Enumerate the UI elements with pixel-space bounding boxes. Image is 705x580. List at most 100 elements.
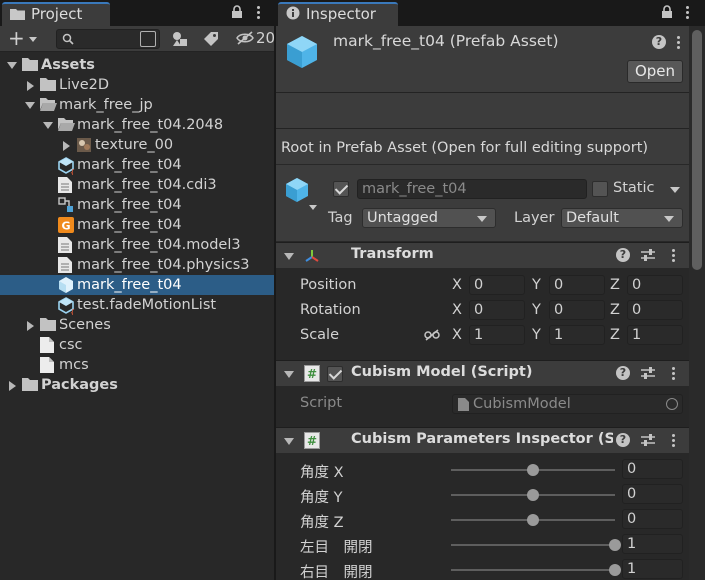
folder-icon bbox=[10, 5, 25, 25]
search-by-type-icon[interactable] bbox=[140, 31, 156, 47]
filter-by-type-icon[interactable] bbox=[172, 31, 188, 51]
tab-project[interactable]: Project bbox=[2, 2, 110, 26]
transform-position-z-field[interactable]: 0 bbox=[627, 275, 683, 295]
help-icon[interactable]: ? bbox=[652, 35, 666, 49]
kebab-menu-icon[interactable] bbox=[670, 365, 676, 381]
kebab-menu-icon[interactable] bbox=[670, 432, 676, 448]
foldout-arrow-icon[interactable] bbox=[284, 253, 294, 260]
parameter-value-field[interactable]: 0 bbox=[622, 484, 683, 504]
kebab-menu-icon[interactable] bbox=[670, 247, 676, 263]
search-icon bbox=[62, 33, 74, 49]
foldout-open-icon[interactable] bbox=[7, 62, 17, 69]
tree-item[interactable]: Live2D bbox=[0, 75, 274, 95]
foldout-closed-icon[interactable] bbox=[27, 81, 34, 91]
label-tag-icon[interactable] bbox=[203, 31, 219, 51]
transform-position-x-field[interactable]: 0 bbox=[469, 275, 525, 295]
transform-rotation-z-field[interactable]: 0 bbox=[627, 300, 683, 320]
help-icon[interactable]: ? bbox=[616, 248, 630, 262]
tree-item[interactable]: Gmark_free_t04 bbox=[0, 215, 274, 235]
static-checkbox[interactable] bbox=[592, 181, 608, 197]
tree-item[interactable]: mark_free_t04.cdi3 bbox=[0, 175, 274, 195]
gameobject-cube-icon[interactable] bbox=[284, 177, 310, 207]
transform-scale-y-field[interactable]: 1 bbox=[549, 325, 605, 345]
tree-item-label: mark_free_t04 bbox=[77, 217, 182, 233]
tag-dropdown[interactable]: Untagged bbox=[362, 208, 496, 228]
tree-item[interactable]: mcs bbox=[0, 355, 274, 375]
tree-item[interactable]: mark_free_t04 bbox=[0, 275, 274, 295]
foldout-open-icon[interactable] bbox=[43, 122, 53, 129]
add-button[interactable]: + bbox=[8, 26, 25, 50]
transform-position-y-field[interactable]: 0 bbox=[549, 275, 605, 295]
transform-rotation-y-field[interactable]: 0 bbox=[549, 300, 605, 320]
transform-scale-z-field[interactable]: 1 bbox=[627, 325, 683, 345]
transform-scale-label: Scale bbox=[300, 327, 340, 343]
tree-item-label: mark_free_t04 bbox=[77, 277, 182, 293]
script-field[interactable]: CubismModel bbox=[452, 394, 683, 414]
chevron-down-icon bbox=[664, 216, 674, 222]
active-checkbox[interactable] bbox=[333, 181, 349, 197]
transform-rotation-x-field[interactable]: 0 bbox=[469, 300, 525, 320]
tab-inspector[interactable]: Inspector bbox=[278, 2, 398, 26]
foldout-closed-icon[interactable] bbox=[63, 141, 70, 151]
cubism-model-enabled-checkbox[interactable] bbox=[327, 366, 343, 382]
tree-item[interactable]: Packages bbox=[0, 375, 274, 395]
preset-sliders-icon[interactable] bbox=[641, 433, 655, 451]
parameter-slider-thumb[interactable] bbox=[527, 464, 539, 476]
help-icon[interactable]: ? bbox=[616, 366, 630, 380]
foldout-arrow-icon[interactable] bbox=[284, 438, 294, 445]
kebab-menu-icon[interactable] bbox=[255, 4, 261, 20]
scrollbar-thumb[interactable] bbox=[692, 30, 702, 270]
tree-item[interactable]: csc bbox=[0, 335, 274, 355]
unlink-scale-icon[interactable] bbox=[424, 329, 440, 345]
foldout-closed-icon[interactable] bbox=[27, 321, 34, 331]
lock-icon[interactable] bbox=[230, 5, 244, 19]
lock-icon[interactable] bbox=[660, 5, 674, 19]
kebab-menu-icon[interactable] bbox=[675, 34, 681, 50]
parameter-slider-thumb[interactable] bbox=[609, 539, 621, 551]
cubism-parameters-header[interactable]: # Cubism Parameters Inspector (Scr ? bbox=[276, 427, 689, 453]
parameter-slider-thumb[interactable] bbox=[527, 489, 539, 501]
transform-body: Position X 0 Y 0 Z 0 Rotation X 0 Y 0 Z 0 Scale X 1 Y 1 Z 1 bbox=[276, 268, 689, 360]
parameter-slider-thumb[interactable] bbox=[609, 564, 621, 576]
tree-item[interactable]: mark_free_jp bbox=[0, 95, 274, 115]
parameter-value-field[interactable]: 0 bbox=[622, 509, 683, 529]
foldout-closed-icon[interactable] bbox=[9, 381, 16, 391]
tree-item[interactable]: mark_free_t04.physics3 bbox=[0, 255, 274, 275]
foldout-arrow-icon[interactable] bbox=[284, 371, 294, 378]
tree-item[interactable]: Assets bbox=[0, 55, 274, 75]
foldout-open-icon[interactable] bbox=[25, 102, 35, 109]
help-icon[interactable]: ? bbox=[616, 433, 630, 447]
blank-file-icon bbox=[40, 357, 56, 373]
tree-item[interactable]: {}test.fadeMotionList bbox=[0, 295, 274, 317]
static-dropdown-icon[interactable] bbox=[670, 187, 680, 193]
axis-z-label: Z bbox=[610, 302, 620, 318]
open-prefab-button[interactable]: Open bbox=[627, 60, 683, 83]
preset-sliders-icon[interactable] bbox=[641, 248, 655, 266]
tree-item[interactable]: mark_free_t04.2048 bbox=[0, 115, 274, 135]
tree-item[interactable]: mark_free_t04 bbox=[0, 195, 274, 215]
parameter-slider-track[interactable] bbox=[451, 544, 615, 546]
parameter-slider-track[interactable] bbox=[451, 569, 615, 571]
parameter-value-field[interactable]: 1 bbox=[622, 534, 683, 554]
transform-scale-x-field[interactable]: 1 bbox=[469, 325, 525, 345]
object-name-field[interactable]: mark_free_t04 bbox=[357, 179, 587, 199]
tree-item[interactable]: mark_free_t04.model3 bbox=[0, 235, 274, 255]
inspector-scrollbar[interactable] bbox=[689, 26, 705, 580]
preset-sliders-icon[interactable] bbox=[641, 366, 655, 384]
chevron-down-icon[interactable] bbox=[29, 37, 37, 42]
tree-item[interactable]: {}mark_free_t04 bbox=[0, 155, 274, 177]
object-picker-icon[interactable] bbox=[666, 398, 678, 410]
tree-item[interactable]: Scenes bbox=[0, 315, 274, 335]
cubism-model-header[interactable]: # Cubism Model (Script) ? bbox=[276, 360, 689, 386]
kebab-menu-icon[interactable] bbox=[684, 4, 690, 20]
transform-header[interactable]: Transform ? bbox=[276, 242, 689, 268]
prefab-title: mark_free_t04 (Prefab Asset) bbox=[333, 32, 559, 50]
chevron-down-icon[interactable] bbox=[309, 205, 317, 210]
parameter-value-field[interactable]: 0 bbox=[622, 459, 683, 479]
tree-item[interactable]: texture_00 bbox=[0, 135, 274, 155]
layer-dropdown[interactable]: Default bbox=[561, 208, 683, 228]
svg-text:#: # bbox=[307, 367, 317, 381]
parameter-slider-thumb[interactable] bbox=[527, 514, 539, 526]
hidden-eye-icon[interactable] bbox=[236, 31, 254, 49]
parameter-value-field[interactable]: 1 bbox=[622, 559, 683, 579]
